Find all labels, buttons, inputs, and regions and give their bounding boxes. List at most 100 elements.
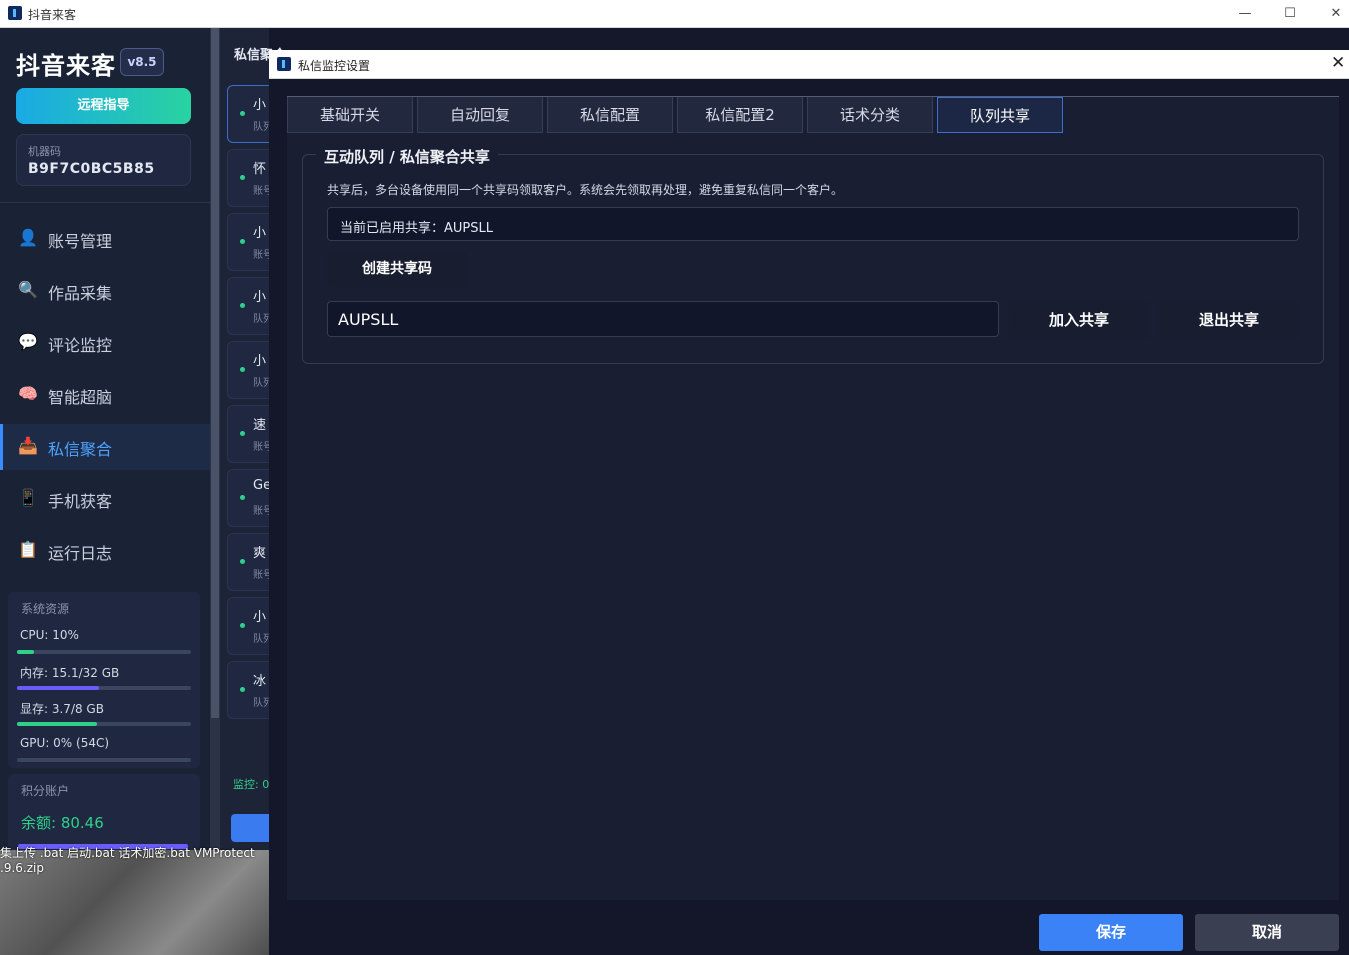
clipboard-icon: 📋 xyxy=(18,540,38,559)
conversation-card[interactable]: 爽账号 xyxy=(227,533,270,591)
vram-usage-label: 显存: 3.7/8 GB xyxy=(20,702,104,716)
close-icon[interactable]: ✕ xyxy=(1313,0,1349,28)
card-subtitle: 队列 xyxy=(253,314,270,325)
current-share-status: 当前已启用共享：AUPSLL xyxy=(327,207,1299,241)
share-queue-group: 互动队列 / 私信聚合共享 共享后，多台设备使用同一个共享码领取客户。系统会先领… xyxy=(302,146,1324,364)
sidebar: 抖音来客 v8.5 远程指导 机器码 B9F7C0BC5B85 👤 账号管理 🔍 作品… xyxy=(0,28,210,850)
dialog-title-bar: 私信监控设置 ✕ xyxy=(269,50,1349,79)
message-monitor-settings-dialog: 私信监控设置 ✕ 基础开关 自动回复 私信配置 私信配置2 话术分类 队列共享 互动队列 … xyxy=(269,50,1349,955)
dialog-body: 基础开关 自动回复 私信配置 私信配置2 话术分类 队列共享 互动队列 / 私信聚合共享 … xyxy=(287,96,1339,900)
share-code-input[interactable]: AUPSLL xyxy=(327,301,999,337)
sidebar-item-2[interactable]: 🔍 作品采集 xyxy=(0,268,210,314)
online-status-dot xyxy=(240,367,245,372)
tab-2[interactable]: 自动回复 xyxy=(417,97,543,133)
memory-usage-label: 内存: 15.1/32 GB xyxy=(20,666,120,680)
desktop-background: 集上传 .bat 启动.bat 话术加密.bat VMProtect .9.6.… xyxy=(0,846,269,955)
card-name: 小 xyxy=(253,98,267,113)
machine-code-box: 机器码 B9F7C0BC5B85 xyxy=(16,134,191,186)
conversation-card[interactable]: 冰队列 xyxy=(227,661,270,719)
vram-usage-bar xyxy=(17,722,191,726)
cpu-usage-bar xyxy=(17,650,191,654)
tab-1[interactable]: 基础开关 xyxy=(287,97,413,133)
conversation-card[interactable]: Ge 账号 xyxy=(227,469,270,527)
message-list-panel: 私信聚合 小队列怀账号小账号小队列小队列速账号 Ge 账号爽账号小队列冰队列 监控:… xyxy=(220,28,286,850)
tab-5[interactable]: 话术分类 xyxy=(807,97,933,133)
sidebar-item-5[interactable]: 📥 私信聚合 xyxy=(0,424,210,470)
dialog-app-icon xyxy=(277,57,291,71)
card-name: 速 xyxy=(253,418,267,433)
sidebar-item-label: 账号管理 xyxy=(48,232,113,251)
cpu-usage-label: CPU: 10% xyxy=(20,628,79,642)
sidebar-item-label: 评论监控 xyxy=(48,336,113,355)
card-subtitle: 账号 xyxy=(253,570,270,581)
share-description: 共享后，多台设备使用同一个共享码领取客户。系统会先领取再处理，避免重复私信同一个… xyxy=(327,183,844,197)
monitor-status: 监控: 0 xyxy=(233,778,269,791)
points-title: 积分账户 xyxy=(21,784,70,798)
sidebar-item-6[interactable]: 📱 手机获客 xyxy=(0,476,210,522)
cancel-button[interactable]: 取消 xyxy=(1195,914,1339,951)
conversation-card[interactable]: 小队列 xyxy=(227,85,270,143)
sidebar-item-label: 智能超脑 xyxy=(48,388,113,407)
sidebar-item-4[interactable]: 🧠 智能超脑 xyxy=(0,372,210,418)
app-title: 抖音来客 xyxy=(28,8,77,22)
conversation-card[interactable]: 速账号 xyxy=(227,405,270,463)
sidebar-item-3[interactable]: 💬 评论监控 xyxy=(0,320,210,366)
sync-button[interactable] xyxy=(231,814,269,842)
card-subtitle: 队列 xyxy=(253,634,270,645)
online-status-dot xyxy=(240,239,245,244)
conversation-card[interactable]: 小账号 xyxy=(227,213,270,271)
tab-6[interactable]: 队列共享 xyxy=(937,97,1063,133)
remote-guide-button[interactable]: 远程指导 xyxy=(16,88,191,124)
brain-icon: 🧠 xyxy=(18,384,38,403)
conversation-card[interactable]: 怀账号 xyxy=(227,149,270,207)
conversation-card[interactable]: 小队列 xyxy=(227,341,270,399)
desktop-file-names[interactable]: 集上传 .bat 启动.bat 话术加密.bat VMProtect .9.6.… xyxy=(0,844,269,876)
sidebar-scrollbar[interactable] xyxy=(210,28,220,850)
create-share-code-button[interactable]: 创建共享码 xyxy=(327,251,467,287)
sidebar-item-label: 运行日志 xyxy=(48,544,113,563)
brand-title: 抖音来客 xyxy=(16,52,116,80)
app-title-bar: 抖音来客 — ☐ ✕ xyxy=(0,0,1349,28)
resources-title: 系统资源 xyxy=(21,602,70,616)
gpu-usage-label: GPU: 0% (54C) xyxy=(20,736,110,750)
online-status-dot xyxy=(240,623,245,628)
scrollbar-thumb[interactable] xyxy=(211,28,219,718)
card-name: 小 xyxy=(253,226,267,241)
sidebar-divider xyxy=(0,202,210,203)
join-share-button[interactable]: 加入共享 xyxy=(1009,301,1149,339)
dialog-close-icon[interactable]: ✕ xyxy=(1331,53,1345,73)
card-name: 冰 xyxy=(253,674,267,689)
phone-icon: 📱 xyxy=(18,488,38,507)
search-icon: 🔍 xyxy=(18,280,38,299)
card-name: 小 xyxy=(253,290,267,305)
leave-share-button[interactable]: 退出共享 xyxy=(1159,301,1299,339)
card-name: 小 xyxy=(253,610,267,625)
sidebar-item-label: 私信聚合 xyxy=(48,440,113,459)
dialog-title: 私信监控设置 xyxy=(298,59,371,73)
sidebar-item-1[interactable]: 👤 账号管理 xyxy=(0,216,210,262)
conversation-card[interactable]: 小队列 xyxy=(227,597,270,655)
online-status-dot xyxy=(240,559,245,564)
card-subtitle: 账号 xyxy=(253,506,270,517)
card-subtitle: 队列 xyxy=(253,122,270,133)
card-name: 小 xyxy=(253,354,267,369)
tab-3[interactable]: 私信配置 xyxy=(547,97,673,133)
maximize-icon[interactable]: ☐ xyxy=(1267,0,1313,28)
card-name: Ge xyxy=(253,478,270,493)
tab-4[interactable]: 私信配置2 xyxy=(677,97,803,133)
memory-usage-bar xyxy=(17,686,191,690)
points-account-panel: 积分账户 余额: 80.46 xyxy=(8,774,200,850)
sidebar-item-label: 手机获客 xyxy=(48,492,113,511)
sidebar-item-7[interactable]: 📋 运行日志 xyxy=(0,528,210,574)
version-badge: v8.5 xyxy=(120,48,164,76)
inbox-icon: 📥 xyxy=(18,436,38,455)
minimize-icon[interactable]: — xyxy=(1222,0,1268,28)
card-subtitle: 队列 xyxy=(253,698,270,709)
online-status-dot xyxy=(240,111,245,116)
machine-code-value: B9F7C0BC5B85 xyxy=(28,161,155,177)
save-button[interactable]: 保存 xyxy=(1039,914,1183,951)
conversation-card[interactable]: 小队列 xyxy=(227,277,270,335)
online-status-dot xyxy=(240,303,245,308)
chat-icon: 💬 xyxy=(18,332,38,351)
card-subtitle: 队列 xyxy=(253,378,270,389)
